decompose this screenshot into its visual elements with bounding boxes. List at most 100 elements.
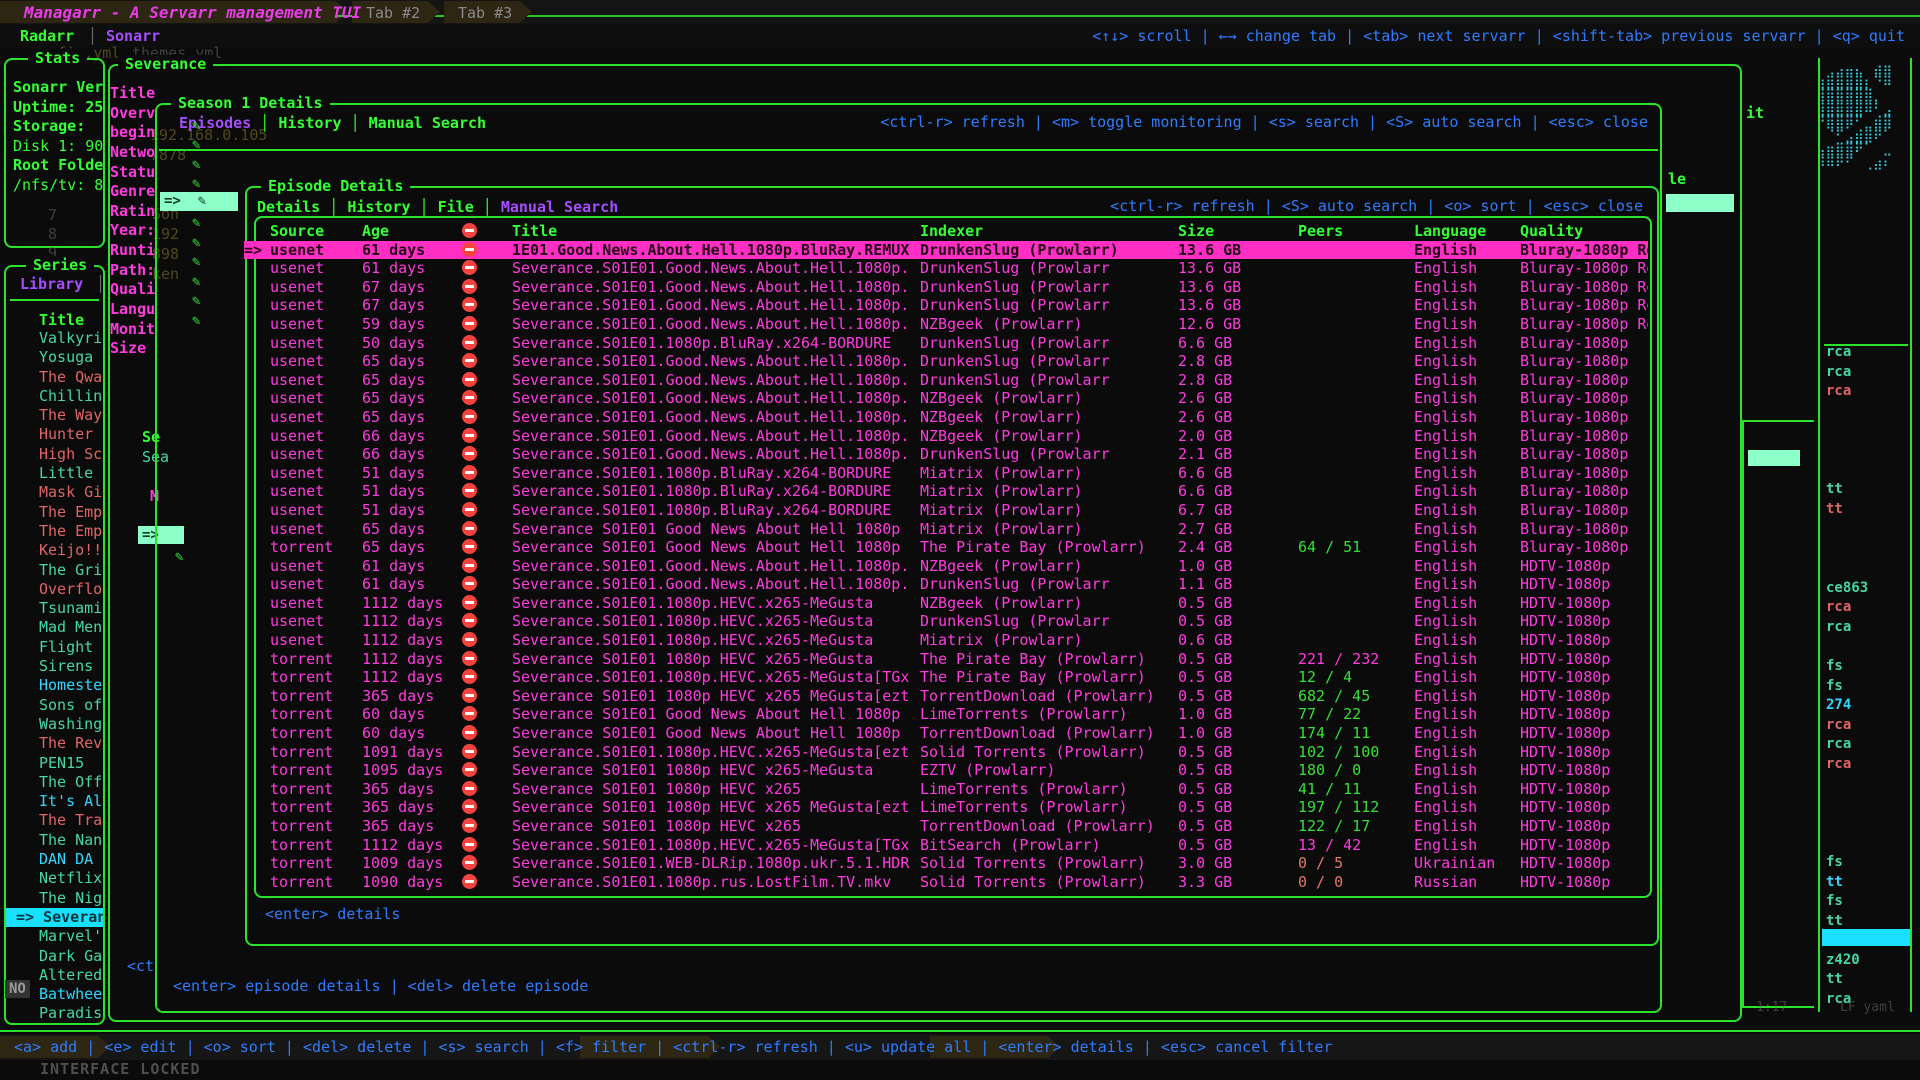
release-row[interactable]: usenet67 daysSeverance.S01E01.Good.News.… bbox=[244, 278, 1648, 297]
column-header[interactable]: Age bbox=[362, 222, 462, 241]
series-item[interactable]: The Way bbox=[6, 406, 103, 425]
series-item[interactable]: The Qwa bbox=[6, 368, 103, 387]
release-row[interactable]: torrent1112 daysSeverance.S01E01.1080p.H… bbox=[244, 836, 1648, 855]
bg-scroll-thumb[interactable] bbox=[1748, 450, 1800, 466]
tab-library[interactable]: Library bbox=[20, 275, 83, 293]
episode-tab-history[interactable]: History bbox=[347, 198, 410, 216]
series-item[interactable]: Marvel' bbox=[6, 927, 103, 946]
release-row[interactable]: usenet1112 daysSeverance.S01E01.1080p.HE… bbox=[244, 631, 1648, 650]
release-row[interactable]: torrent1090 daysSeverance.S01E01.1080p.r… bbox=[244, 873, 1648, 892]
release-row-selected[interactable]: =>usenet61 days1E01.Good.News.About.Hell… bbox=[244, 241, 1648, 260]
release-row[interactable]: usenet65 daysSeverance S01E01 Good News … bbox=[244, 520, 1648, 539]
column-header[interactable]: Quality bbox=[1520, 222, 1648, 241]
column-header[interactable] bbox=[462, 222, 512, 241]
release-row[interactable]: torrent65 daysSeverance S01E01 Good News… bbox=[244, 538, 1648, 557]
series-item[interactable]: The Off bbox=[6, 773, 103, 792]
series-item[interactable]: High Sc bbox=[6, 445, 103, 464]
release-row[interactable]: torrent365 daysSeverance S01E01 1080p HE… bbox=[244, 798, 1648, 817]
series-detail-label: Runti bbox=[110, 241, 158, 261]
series-item[interactable]: Keijo!! bbox=[6, 541, 103, 560]
season-tab-manual-search[interactable]: Manual Search bbox=[369, 114, 486, 132]
bg-mode-badge: NO bbox=[5, 980, 30, 998]
release-row[interactable]: usenet65 daysSeverance.S01E01.Good.News.… bbox=[244, 389, 1648, 408]
release-row[interactable]: torrent1091 daysSeverance.S01E01.1080p.H… bbox=[244, 743, 1648, 762]
terminal-tab-bar: Managarr - A Servarr management TUI Tab … bbox=[0, 0, 1920, 24]
series-item[interactable]: The Tra bbox=[6, 811, 103, 830]
release-row[interactable]: torrent365 daysSeverance S01E01 1080p HE… bbox=[244, 817, 1648, 836]
series-item[interactable]: Overflo bbox=[6, 580, 103, 599]
series-item[interactable]: The Emp bbox=[6, 522, 103, 541]
episode-tab-manual-search[interactable]: Manual Search bbox=[501, 198, 618, 216]
release-row[interactable]: torrent365 daysSeverance S01E01 1080p HE… bbox=[244, 780, 1648, 799]
series-item[interactable]: The Nig bbox=[6, 889, 103, 908]
series-item[interactable]: Mask Gi bbox=[6, 483, 103, 502]
selected-season-row[interactable]: => ✎ bbox=[160, 192, 238, 211]
season-scroll-thumb[interactable] bbox=[1666, 194, 1734, 212]
release-row[interactable]: usenet61 daysSeverance.S01E01.Good.News.… bbox=[244, 557, 1648, 576]
series-item[interactable]: Sirens bbox=[6, 657, 103, 676]
reject-icon bbox=[462, 446, 477, 461]
series-item[interactable]: It's Al bbox=[6, 792, 103, 811]
terminal-tab[interactable]: Tab #3 bbox=[458, 4, 512, 22]
column-header[interactable]: Indexer bbox=[920, 222, 1178, 241]
release-row[interactable]: torrent60 daysSeverance S01E01 Good News… bbox=[244, 705, 1648, 724]
release-row[interactable]: usenet59 daysSeverance.S01E01.Good.News.… bbox=[244, 315, 1648, 334]
release-row[interactable]: torrent365 daysSeverance S01E01 1080p HE… bbox=[244, 687, 1648, 706]
column-header[interactable]: Language bbox=[1414, 222, 1520, 241]
series-item[interactable]: Dark Ga bbox=[6, 947, 103, 966]
release-row[interactable]: usenet50 daysSeverance.S01E01.1080p.BluR… bbox=[244, 334, 1648, 353]
bg-file-item: tt bbox=[1826, 874, 1843, 890]
release-row[interactable]: usenet51 daysSeverance.S01E01.1080p.BluR… bbox=[244, 464, 1648, 483]
release-row[interactable]: usenet65 daysSeverance.S01E01.Good.News.… bbox=[244, 371, 1648, 390]
release-row[interactable]: torrent1112 daysSeverance.S01E01.1080p.H… bbox=[244, 668, 1648, 687]
release-row[interactable]: usenet51 daysSeverance.S01E01.1080p.BluR… bbox=[244, 501, 1648, 520]
release-row[interactable]: usenet1112 daysSeverance.S01E01.1080p.HE… bbox=[244, 594, 1648, 613]
release-row[interactable]: usenet1112 daysSeverance.S01E01.1080p.HE… bbox=[244, 612, 1648, 631]
release-row[interactable]: usenet51 daysSeverance.S01E01.1080p.BluR… bbox=[244, 482, 1648, 501]
series-item[interactable]: Yosuga bbox=[6, 348, 103, 367]
release-row[interactable]: torrent1112 daysSeverance S01E01 1080p H… bbox=[244, 650, 1648, 669]
episode-tab-details[interactable]: Details bbox=[257, 198, 320, 216]
series-item[interactable]: Little bbox=[6, 464, 103, 483]
series-item[interactable]: Paradis bbox=[6, 1004, 103, 1023]
series-item[interactable]: The Emp bbox=[6, 503, 103, 522]
column-header[interactable]: Peers bbox=[1298, 222, 1414, 241]
column-header[interactable]: Size bbox=[1178, 222, 1298, 241]
tab-radarr[interactable]: Radarr bbox=[20, 27, 74, 45]
series-item[interactable]: PEN15 bbox=[6, 754, 103, 773]
series-item[interactable]: Hunter bbox=[6, 425, 103, 444]
series-item[interactable]: Sons of bbox=[6, 696, 103, 715]
series-item[interactable]: Flight bbox=[6, 638, 103, 657]
series-item[interactable]: Mad Men bbox=[6, 618, 103, 637]
episode-tab-file[interactable]: File bbox=[438, 198, 474, 216]
release-row[interactable]: usenet66 daysSeverance.S01E01.Good.News.… bbox=[244, 427, 1648, 446]
release-row[interactable]: usenet61 daysSeverance.S01E01.Good.News.… bbox=[244, 575, 1648, 594]
release-row[interactable]: usenet61 daysSeverance.S01E01.Good.News.… bbox=[244, 259, 1648, 278]
series-item[interactable]: The Gri bbox=[6, 561, 103, 580]
season-tab-episodes[interactable]: Episodes bbox=[179, 114, 251, 132]
series-detail-label: Monit bbox=[110, 320, 158, 340]
series-item[interactable]: The Nan bbox=[6, 831, 103, 850]
series-item[interactable]: Valkyri bbox=[6, 329, 103, 348]
column-header[interactable]: Source bbox=[270, 222, 362, 241]
series-item[interactable]: Tsunami bbox=[6, 599, 103, 618]
release-row[interactable]: torrent1009 daysSeverance.S01E01.WEB-DLR… bbox=[244, 854, 1648, 873]
series-item[interactable]: The Rev bbox=[6, 734, 103, 753]
tab-sonarr[interactable]: Sonarr bbox=[106, 27, 160, 45]
season-tab-history[interactable]: History bbox=[278, 114, 341, 132]
release-row[interactable]: usenet65 daysSeverance.S01E01.Good.News.… bbox=[244, 408, 1648, 427]
series-item[interactable]: DAN DA bbox=[6, 850, 103, 869]
series-item[interactable]: Homeste bbox=[6, 676, 103, 695]
release-row[interactable]: usenet65 daysSeverance.S01E01.Good.News.… bbox=[244, 352, 1648, 371]
series-item[interactable]: Netflix bbox=[6, 869, 103, 888]
release-row[interactable]: torrent1095 daysSeverance S01E01 1080p H… bbox=[244, 761, 1648, 780]
release-row[interactable]: torrent60 daysSeverance S01E01 Good News… bbox=[244, 724, 1648, 743]
series-item[interactable]: Washing bbox=[6, 715, 103, 734]
column-header[interactable]: Title bbox=[512, 222, 920, 241]
release-row[interactable]: usenet67 daysSeverance.S01E01.Good.News.… bbox=[244, 296, 1648, 315]
terminal-tab[interactable]: Tab #2 bbox=[366, 4, 420, 22]
release-row[interactable]: usenet66 daysSeverance.S01E01.Good.News.… bbox=[244, 445, 1648, 464]
series-item[interactable]: Chillin bbox=[6, 387, 103, 406]
bg-selected-file[interactable] bbox=[1822, 929, 1910, 946]
series-item-selected[interactable]: => Severan bbox=[6, 908, 103, 927]
